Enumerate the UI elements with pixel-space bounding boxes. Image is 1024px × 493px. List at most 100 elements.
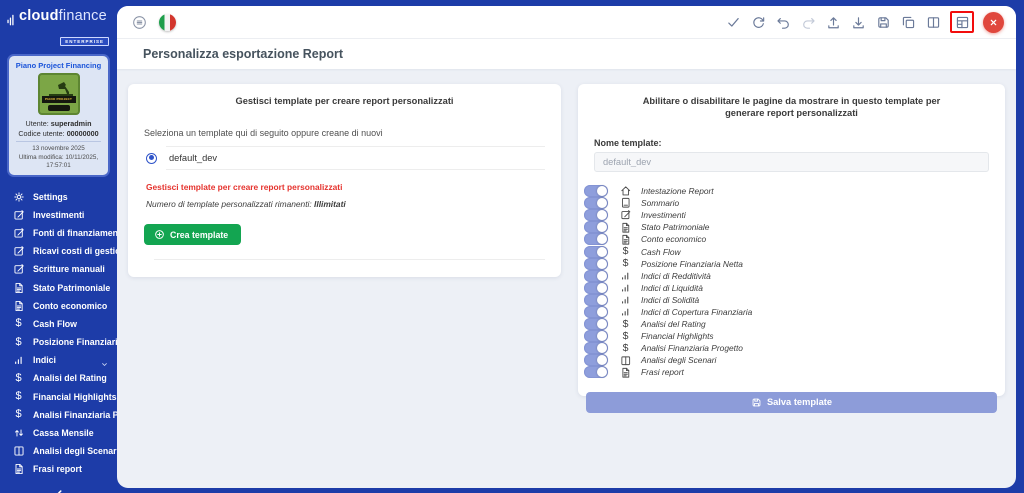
- collapse-sidebar-icon[interactable]: [39, 487, 79, 493]
- toggle-cash-flow[interactable]: [584, 245, 608, 258]
- export-table-icon[interactable]: [954, 14, 970, 30]
- toggle-knob: [597, 367, 607, 378]
- divider: [166, 169, 545, 170]
- language-flag-italy-icon[interactable]: [159, 13, 176, 31]
- chart-icon: [12, 354, 25, 367]
- toggle-indici-di-copertura-finanziaria[interactable]: [584, 305, 608, 318]
- right-panel-title: Abilitare o disabilitare le pagine da mo…: [642, 96, 941, 118]
- sidebar-item-label: Stato Patrimoniale: [33, 282, 111, 293]
- undo-icon[interactable]: [775, 14, 791, 30]
- toggle-analisi-del-rating[interactable]: [584, 318, 608, 331]
- sidebar-item-posizione-finanziaria-netta[interactable]: $ Posizione Finanziaria Netta: [0, 333, 146, 351]
- template-name-input[interactable]: [594, 152, 989, 172]
- page-row-indici-di-redditivit: Indici di Redditività: [584, 269, 989, 282]
- sidebar-item-settings[interactable]: Settings: [0, 188, 117, 206]
- page-label: Analisi degli Scenari: [641, 355, 717, 366]
- enterprise-badge: ENTERPRISE: [0, 30, 109, 48]
- page-title: Personalizza esportazione Report: [143, 47, 344, 61]
- page-row-indici-di-solidit: Indici di Solidità: [584, 293, 989, 306]
- toggle-financial-highlights[interactable]: [584, 330, 608, 343]
- dollar-icon: $: [622, 341, 629, 354]
- toggle-knob: [597, 343, 607, 354]
- close-icon[interactable]: [983, 11, 1004, 33]
- toggle-conto-economico[interactable]: [584, 233, 608, 246]
- toggle-knob: [597, 306, 607, 317]
- toggle-stato-patrimoniale[interactable]: [584, 221, 608, 234]
- sidebar-item-ricavi-costi-di-gestione[interactable]: Ricavi costi di gestione: [0, 242, 138, 260]
- left-panel-title: Gestisci template per creare report pers…: [235, 96, 454, 106]
- doc-icon: [619, 233, 632, 246]
- sidebar-item-investimenti[interactable]: Investimenti: [0, 206, 117, 224]
- menu-icon[interactable]: [131, 14, 147, 30]
- sidebar: cloudfinance ENTERPRISE Piano Project Fi…: [0, 0, 149, 493]
- toggle-analisi-finanziaria-progetto[interactable]: [584, 342, 608, 355]
- toggle-indici-di-liquidit[interactable]: [584, 281, 608, 294]
- sidebar-item-fonti-di-finanziamento[interactable]: Fonti di finanziamento: [0, 224, 126, 242]
- toggle-knob: [597, 246, 607, 257]
- user-line: Utente: superadmin: [25, 119, 92, 128]
- toggle-frasi-report[interactable]: [584, 366, 608, 379]
- toggle-indici-di-redditivit[interactable]: [584, 269, 608, 282]
- sidebar-item-analisi-degli-scenari[interactable]: Analisi degli Scenari: [0, 442, 119, 460]
- toggle-knob: [597, 198, 607, 209]
- remaining-templates-text: Numero di template personalizzati rimane…: [146, 199, 346, 209]
- toggle-intestazione-report[interactable]: [584, 185, 608, 198]
- dollar-icon: $: [622, 317, 629, 330]
- page-label: Conto economico: [641, 234, 707, 245]
- confirm-icon[interactable]: [725, 14, 741, 30]
- toggle-posizione-finanziaria-netta[interactable]: [584, 257, 608, 270]
- save-icon[interactable]: [875, 14, 891, 30]
- sidebar-item-label: Fonti di finanziamento: [33, 227, 127, 238]
- titlebar: Personalizza esportazione Report: [117, 39, 1016, 69]
- page-label: Stato Patrimoniale: [641, 222, 710, 233]
- download-icon[interactable]: [850, 14, 866, 30]
- chevron-down-icon: [100, 356, 109, 366]
- edit-icon: [619, 209, 632, 222]
- refresh-icon[interactable]: [750, 14, 766, 30]
- save-template-button[interactable]: Salva template: [586, 391, 997, 413]
- sidebar-item-conto-economico[interactable]: Conto economico: [0, 297, 117, 315]
- page-label: Posizione Finanziaria Netta: [641, 258, 743, 269]
- sidebar-item-label: Indici: [33, 355, 56, 366]
- page-row-sommario: Sommario: [584, 197, 989, 210]
- dollar-icon: $: [622, 257, 629, 270]
- project-date: 13 novembre 2025: [32, 145, 85, 152]
- dollar-icon: $: [15, 335, 22, 348]
- content-area: Personalizza esportazione Report Gestisc…: [117, 6, 1016, 488]
- redo-icon[interactable]: [800, 14, 816, 30]
- create-template-button[interactable]: Crea template: [144, 224, 242, 245]
- sidebar-item-cassa-mensile[interactable]: Cassa Mensile: [0, 424, 117, 442]
- sidebar-item-label: Settings: [33, 191, 68, 202]
- book-icon: [619, 354, 632, 367]
- page-row-stato-patrimoniale: Stato Patrimoniale: [584, 221, 989, 234]
- page-row-intestazione-report: Intestazione Report: [584, 185, 989, 198]
- sidebar-item-analisi-del-rating[interactable]: $ Analisi del Rating: [0, 369, 117, 387]
- page-label: Cash Flow: [641, 246, 681, 257]
- sidebar-item-cash-flow[interactable]: $ Cash Flow: [0, 315, 117, 333]
- radio-selected-icon[interactable]: [146, 152, 157, 164]
- toggle-analisi-degli-scenari[interactable]: [584, 354, 608, 367]
- main: Gestisci template per creare report pers…: [117, 69, 1016, 488]
- template-option-default-dev[interactable]: default_dev: [144, 147, 545, 169]
- sidebar-item-label: Cash Flow: [33, 318, 77, 329]
- sidebar-item-frasi-report[interactable]: Frasi report: [0, 460, 117, 478]
- upload-icon[interactable]: [825, 14, 841, 30]
- toggle-knob: [597, 331, 607, 342]
- sidebar-item-scritture-manuali[interactable]: Scritture manuali: [0, 260, 117, 278]
- toggle-knob: [597, 319, 607, 330]
- sidebar-menu: Settings Investimenti Fonti di finanziamen…: [0, 188, 149, 479]
- sidebar-item-financial-highlights[interactable]: $ Financial Highlights: [0, 388, 117, 406]
- sidebar-item-stato-patrimoniale[interactable]: Stato Patrimoniale: [0, 278, 117, 296]
- page-row-cash-flow: $ Cash Flow: [584, 245, 989, 258]
- project-card[interactable]: Piano Project Financing PIANO PROJECT FI…: [7, 54, 110, 177]
- copy-icon[interactable]: [900, 14, 916, 30]
- page-label: Analisi del Rating: [641, 319, 706, 330]
- doc-icon: [619, 221, 632, 234]
- toggle-investimenti[interactable]: [584, 209, 608, 222]
- sidebar-item-indici[interactable]: Indici: [0, 351, 117, 369]
- split-view-icon[interactable]: [925, 14, 941, 30]
- toggle-indici-di-solidit[interactable]: [584, 293, 608, 306]
- page-label: Indici di Copertura Finanziaria: [641, 306, 753, 317]
- sidebar-item-analisi-finanziaria-progetto[interactable]: $ Analisi Finanziaria Progetto: [0, 406, 148, 424]
- toggle-sommario[interactable]: [584, 197, 608, 210]
